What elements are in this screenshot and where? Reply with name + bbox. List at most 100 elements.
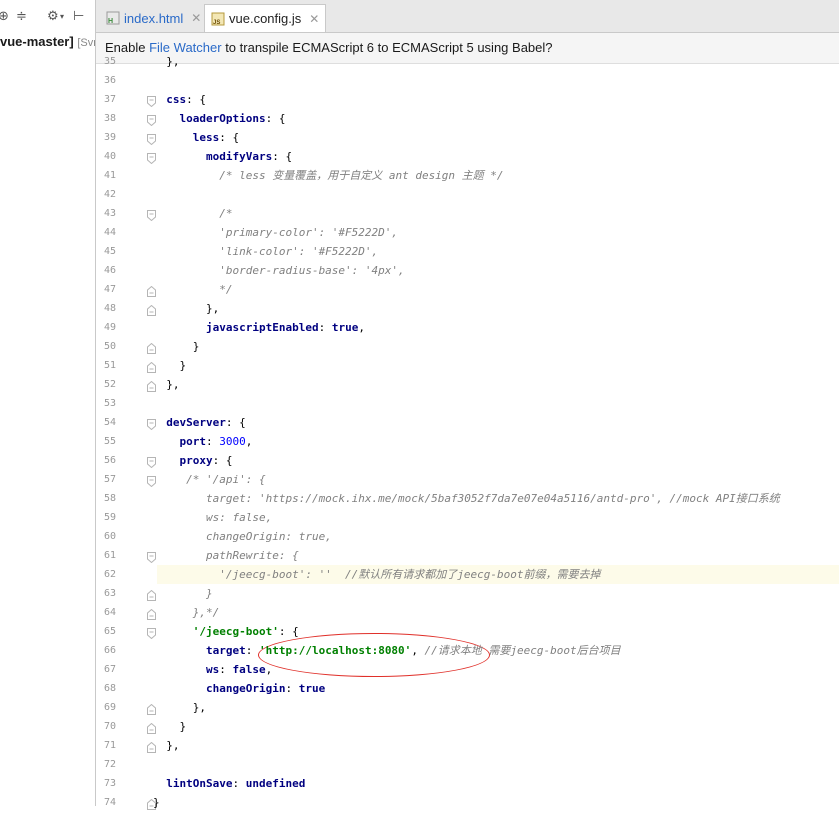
code-line[interactable] [157,717,839,736]
close-icon[interactable]: ✕ [309,12,319,26]
svg-text:JS: JS [213,20,220,26]
code-text: javascriptEnabled: true, [205,321,365,334]
tab-label: vue.config.js [229,11,302,26]
line-number: 41 [103,170,116,181]
tab-label: index.html [124,10,184,26]
code-text: changeOrigin: true [205,682,326,695]
line-number: 45 [103,246,116,257]
code-line[interactable] [157,185,839,204]
code-line[interactable] [157,755,839,774]
hide-panel-icon[interactable]: ⊢ [73,10,84,24]
line-number: 63 [103,588,116,599]
code-line[interactable] [157,52,839,71]
line-number: 60 [103,531,116,542]
project-root-item[interactable]: vue-master] [Svn [0,34,95,49]
code-text: } [153,796,160,809]
line-number: 73 [103,778,116,789]
line-number: 57 [103,474,116,485]
code-text: pathRewrite: { [153,549,299,562]
line-number: 40 [103,151,116,162]
line-number: 36 [103,75,116,86]
line-number: 69 [103,702,116,713]
line-number: 67 [103,664,116,675]
project-vcs-label: [Svn [77,37,95,49]
line-number: 48 [103,303,116,314]
code-line[interactable] [157,793,839,812]
tab-index-html[interactable]: H index.html ✕ [100,4,207,32]
project-toolbar: ⊕ ≑ ⚙ ▾ ⊢ [0,4,95,30]
chevron-down-icon[interactable]: ▾ [60,10,64,24]
line-number: 56 [103,455,116,466]
code-text: 'border-radius-base': '4px', [153,264,405,277]
target-icon[interactable]: ⊕ [0,10,9,24]
line-number: 47 [103,284,116,295]
code-line[interactable] [157,337,839,356]
line-number: 65 [103,626,116,637]
code-line[interactable] [157,128,839,147]
code-text: target: 'http://localhost:8080', //请求本地 … [205,644,621,657]
code-line[interactable] [157,603,839,622]
code-text: /* [153,207,233,220]
code-text: port: 3000, [179,435,253,448]
code-text: '/jeecg-boot': '' //默认所有请求都加了jeecg-boot前… [153,568,601,581]
code-line[interactable] [157,375,839,394]
line-number: 64 [103,607,116,618]
tab-vue-config-js[interactable]: JS vue.config.js ✕ [204,4,327,32]
code-line[interactable] [157,432,839,451]
collapse-icon[interactable]: ≑ [16,10,27,24]
code-text: }, [153,739,180,752]
close-icon[interactable]: ✕ [191,11,201,25]
code-line[interactable] [157,394,839,413]
line-number: 43 [103,208,116,219]
code-text: /* '/api': { [153,473,266,486]
code-line[interactable] [157,413,839,432]
code-line[interactable] [157,698,839,717]
html-file-icon: H [106,11,120,25]
code-line[interactable] [157,356,839,375]
line-number: 50 [103,341,116,352]
code-text: } [153,359,187,372]
code-text: proxy: { [179,454,233,467]
code-text: } [153,587,213,600]
code-line[interactable] [157,280,839,299]
code-line[interactable] [157,71,839,90]
line-number: 54 [103,417,116,428]
js-file-icon: JS [211,12,225,26]
line-number: 37 [103,94,116,105]
code-text: target: 'https://mock.ihx.me/mock/5baf30… [153,492,780,505]
line-number: 66 [103,645,116,656]
code-line[interactable] [157,90,839,109]
line-number: 42 [103,189,116,200]
line-number: 55 [103,436,116,447]
code-text: lintOnSave: undefined [166,777,306,790]
line-number: 68 [103,683,116,694]
line-number: 51 [103,360,116,371]
line-number: 38 [103,113,116,124]
line-number: 44 [103,227,116,238]
line-number: 59 [103,512,116,523]
line-number: 53 [103,398,116,409]
line-number: 39 [103,132,116,143]
line-number: 61 [103,550,116,561]
code-text: '/jeecg-boot': { [192,625,299,638]
editor-tabbar: H index.html ✕ JS vue.config.js ✕ [96,0,839,33]
code-text: ws: false, [153,511,273,524]
code-text: devServer: { [166,416,246,429]
line-number: 46 [103,265,116,276]
code-text: 'link-color': '#F5222D', [153,245,379,258]
code-text: css: { [166,93,206,106]
code-text: } [153,720,187,733]
gear-icon[interactable]: ⚙ [47,10,59,24]
code-line[interactable] [157,451,839,470]
code-text: }, [153,55,180,68]
code-line[interactable] [157,736,839,755]
project-name: vue-master] [0,34,74,49]
line-number: 49 [103,322,116,333]
project-panel: ⊕ ≑ ⚙ ▾ ⊢ vue-master] [Svn [0,0,96,806]
code-line[interactable] [157,299,839,318]
code-text: ws: false, [205,663,273,676]
code-line[interactable] [157,584,839,603]
code-text: */ [153,283,233,296]
line-number: 72 [103,759,116,770]
code-line[interactable] [157,204,839,223]
